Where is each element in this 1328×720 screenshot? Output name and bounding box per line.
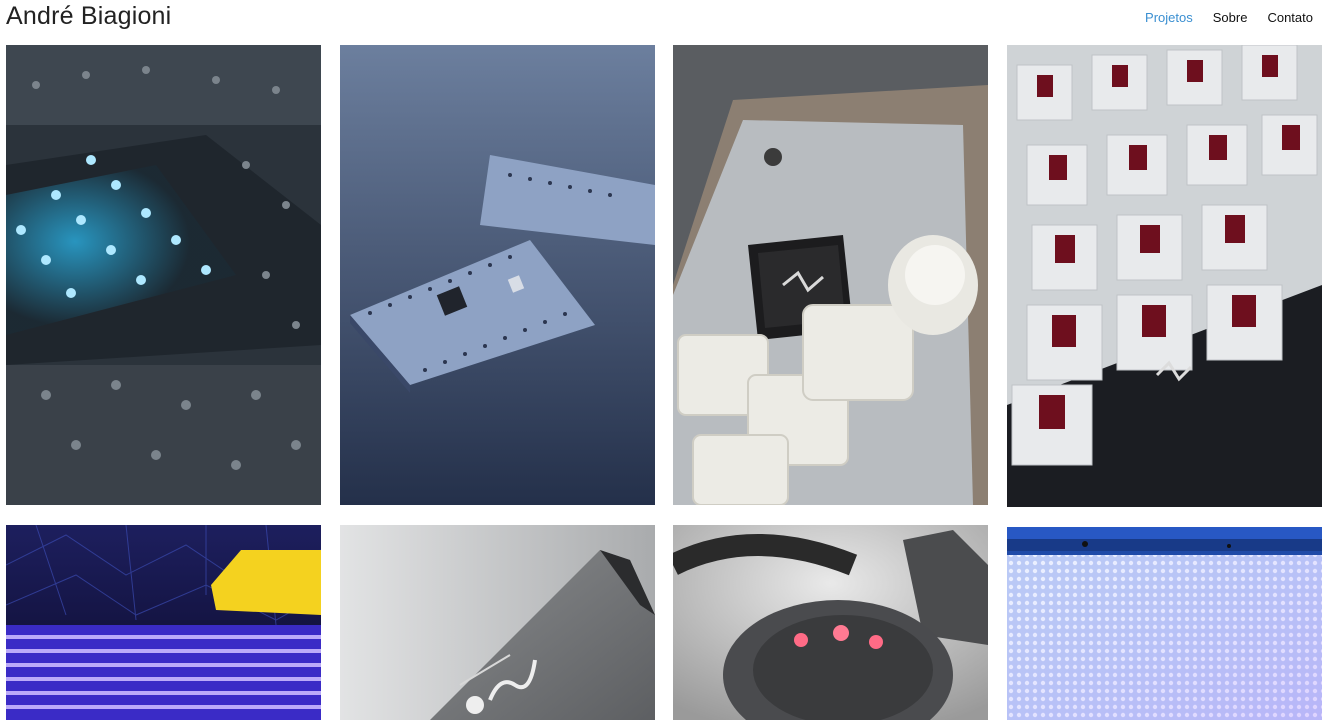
project-tile-2[interactable] [340,45,655,505]
project-tile-6[interactable] [340,525,655,720]
macropad-oled-image [673,45,988,505]
project-tile-5[interactable] [6,525,321,720]
project-tile-4[interactable] [1007,45,1322,507]
microcontroller-board-image [340,45,655,505]
project-tile-1[interactable] [6,45,321,505]
project-tile-3[interactable] [673,45,988,505]
mechanical-switches-pcb-image [1007,45,1322,507]
led-panel-blue-image [1007,527,1322,720]
project-grid [0,0,1328,720]
led-matrix-purple-image [6,525,321,720]
project-tile-8[interactable] [1007,527,1322,720]
device-red-leds-image [673,525,988,720]
project-tile-7[interactable] [673,525,988,720]
metal-plaque-osesp-image [340,525,655,720]
led-keyboard-pcb-image [6,45,321,505]
